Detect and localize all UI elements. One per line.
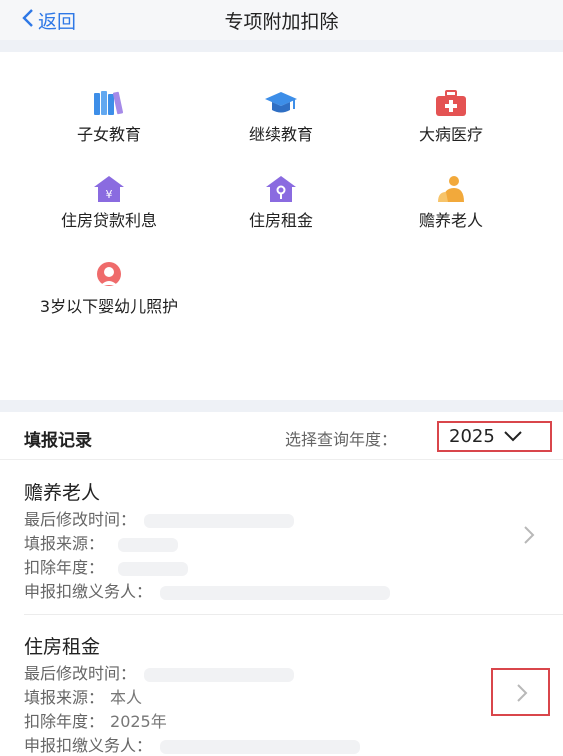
top-strip — [0, 40, 563, 52]
section-gap — [0, 400, 563, 412]
category-label: 住房租金 — [248, 211, 313, 230]
category-label: 3岁以下婴幼儿照护 — [39, 297, 179, 316]
medical-kit-icon — [434, 88, 468, 118]
redacted-value — [144, 513, 295, 528]
chevron-right-icon — [515, 682, 529, 708]
category-elderly-support[interactable]: 赡养老人 — [357, 174, 545, 232]
category-label: 住房贷款利息 — [60, 211, 157, 230]
record-obligor-row: 申报扣缴义务人： — [24, 578, 391, 602]
record-name: 赡养老人 — [24, 482, 101, 504]
house-rent-icon — [264, 174, 298, 204]
year-label: 选择查询年度： — [285, 430, 398, 449]
year-value: 2025 — [449, 426, 495, 447]
redacted-value — [160, 739, 361, 754]
house-loan-icon: ¥ — [92, 174, 126, 204]
category-children-education[interactable]: 子女教育 — [15, 88, 203, 146]
redacted-value — [160, 585, 391, 600]
category-housing-rent[interactable]: 住房租金 — [187, 174, 375, 232]
redacted-value — [144, 667, 295, 682]
records-header: 填报记录 选择查询年度： 2025 — [0, 412, 563, 460]
category-continuing-education[interactable]: 继续教育 — [187, 88, 375, 146]
record-source-row: 填报来源： 本人 — [24, 688, 143, 707]
nav-bar: 返回 专项附加扣除 — [0, 0, 563, 40]
record-modified-row: 最后修改时间： — [24, 506, 295, 530]
category-housing-loan-interest[interactable]: ¥ 住房贷款利息 — [15, 174, 203, 232]
category-label: 赡养老人 — [418, 211, 483, 230]
category-label: 子女教育 — [76, 125, 141, 144]
record-modified-row: 最后修改时间： — [24, 660, 295, 684]
books-icon — [92, 88, 126, 118]
category-infant-care[interactable]: 3岁以下婴幼儿照护 — [15, 260, 203, 318]
record-source-row: 填报来源： — [24, 530, 179, 554]
record-year-row: 扣除年度： 2025年 — [24, 712, 167, 731]
record-name: 住房租金 — [24, 636, 101, 658]
record-obligor-row: 申报扣缴义务人： — [24, 732, 361, 756]
category-serious-illness[interactable]: 大病医疗 — [357, 88, 545, 146]
page-title: 专项附加扣除 — [224, 11, 339, 33]
records-title: 填报记录 — [24, 431, 92, 451]
divider — [24, 614, 563, 615]
category-label: 继续教育 — [248, 125, 313, 144]
infant-care-icon — [92, 260, 126, 290]
record-year-row: 扣除年度： — [24, 554, 189, 578]
category-grid: 子女教育 继续教育 大病医疗 ¥ 住房贷款利息 住房租金 赡养老人 3岁以下婴幼… — [0, 52, 563, 400]
chevron-down-icon — [495, 426, 523, 447]
category-label: 大病医疗 — [418, 125, 483, 144]
elderly-icon — [434, 174, 468, 204]
year-select[interactable]: 2025 — [437, 421, 552, 452]
graduation-cap-icon — [264, 88, 298, 118]
redacted-value — [118, 537, 179, 552]
svg-text:¥: ¥ — [106, 188, 113, 201]
redacted-value — [118, 561, 189, 576]
detail-arrow-highlight[interactable] — [491, 668, 550, 716]
chevron-right-icon[interactable] — [522, 524, 536, 551]
